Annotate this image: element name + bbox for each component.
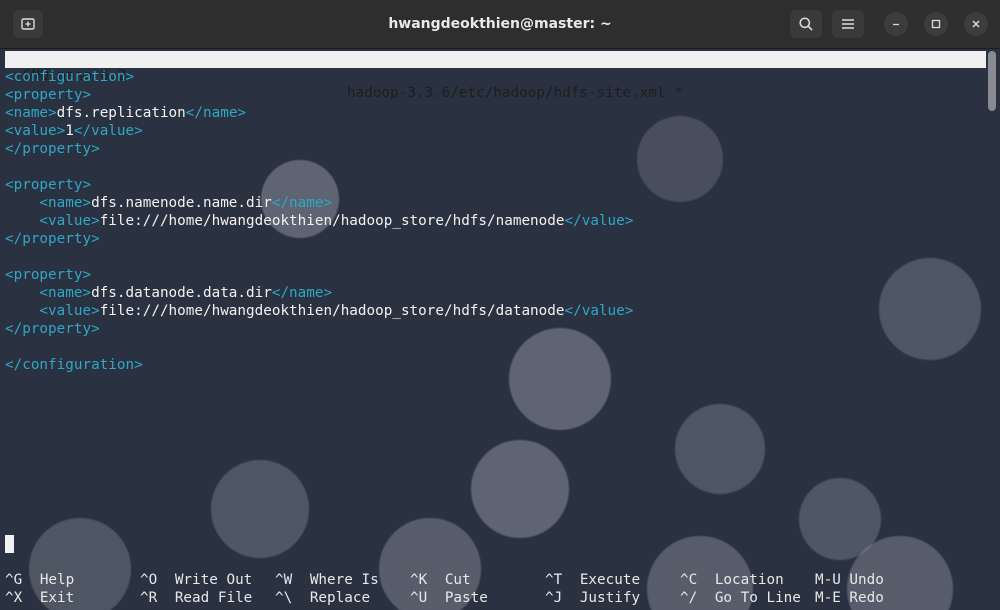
xml-tag: <property> — [5, 87, 92, 103]
editor-line[interactable]: <property> — [5, 86, 91, 104]
shortcut-label: Undo — [840, 572, 884, 588]
xml-tag: </name> — [271, 285, 333, 301]
xml-tag: <value> — [5, 303, 100, 319]
xml-tag: <name> — [5, 105, 57, 121]
shortcut-paste[interactable]: ^U Paste — [410, 589, 488, 607]
xml-tag: <name> — [5, 195, 92, 211]
xml-tag: <property> — [5, 177, 92, 193]
editor-line[interactable]: </property> — [5, 140, 100, 158]
shortcut-label: Go To Line — [706, 590, 801, 606]
shortcut-help[interactable]: ^G Help — [5, 571, 74, 589]
xml-tag: </name> — [271, 195, 333, 211]
shortcut-key: M-U — [815, 572, 841, 588]
shortcut-undo[interactable]: M-U Undo — [815, 571, 884, 589]
shortcut-key: ^X — [5, 590, 23, 606]
shortcut-justify[interactable]: ^J Justify — [545, 589, 640, 607]
minimize-icon — [893, 23, 899, 26]
xml-tag: </value> — [564, 303, 634, 319]
shortcut-key: ^U — [410, 590, 428, 606]
xml-tag: </value> — [564, 213, 634, 229]
shortcut-label: Execute — [571, 572, 641, 588]
close-button[interactable] — [964, 12, 988, 36]
shortcut-key: ^G — [5, 572, 23, 588]
xml-tag: <value> — [5, 123, 66, 139]
title-bar: hwangdeokthien@master: ~ — [0, 0, 1000, 49]
shortcut-label: Replace — [301, 590, 371, 606]
shortcut-write-out[interactable]: ^O Write Out — [140, 571, 252, 589]
xml-tag: </name> — [185, 105, 247, 121]
shortcut-key: ^R — [140, 590, 158, 606]
scrollbar[interactable] — [988, 51, 996, 111]
nano-header-bar: GNU nano 6.2 hadoop-3.3.6/etc/hadoop/hdf… — [5, 51, 986, 101]
shortcut-key: ^O — [140, 572, 158, 588]
editor-line[interactable]: <value>1</value> — [5, 122, 143, 140]
shortcut-location[interactable]: ^C Location — [680, 571, 784, 589]
xml-tag: </configuration> — [5, 357, 143, 373]
shortcut-label: Help — [31, 572, 75, 588]
xml-text: dfs.namenode.name.dir — [91, 195, 272, 211]
xml-text: file:///home/hwangdeokthien/hadoop_store… — [99, 213, 565, 229]
editor-line[interactable]: </property> — [5, 230, 100, 248]
xml-tag: <name> — [5, 285, 92, 301]
shortcut-key: ^/ — [680, 590, 698, 606]
nano-filename: hadoop-3.3.6/etc/hadoop/hdfs-site.xml * — [347, 85, 683, 101]
shortcut-label: Exit — [31, 590, 75, 606]
xml-text: dfs.replication — [56, 105, 186, 121]
editor-line[interactable]: <property> — [5, 176, 91, 194]
shortcut-key: ^K — [410, 572, 428, 588]
xml-text: dfs.datanode.data.dir — [91, 285, 272, 301]
shortcut-exit[interactable]: ^X Exit — [5, 589, 74, 607]
shortcut-label: Where Is — [301, 572, 379, 588]
xml-tag: <value> — [5, 213, 100, 229]
editor-line[interactable]: <configuration> — [5, 68, 134, 86]
editor-line[interactable]: <value>file:///home/hwangdeokthien/hadoo… — [5, 302, 633, 320]
close-icon — [972, 20, 980, 28]
text-cursor — [5, 535, 14, 553]
shortcut-key: M-E — [815, 590, 841, 606]
shortcut-label: Location — [706, 572, 784, 588]
shortcut-execute[interactable]: ^T Execute — [545, 571, 640, 589]
maximize-button[interactable] — [924, 12, 948, 36]
search-button[interactable] — [790, 10, 822, 38]
shortcut-key: ^C — [680, 572, 698, 588]
shortcut-where-is[interactable]: ^W Where Is — [275, 571, 379, 589]
editor-line[interactable]: </property> — [5, 320, 100, 338]
xml-tag: </value> — [73, 123, 143, 139]
shortcut-key: ^J — [545, 590, 563, 606]
shortcut-label: Redo — [840, 590, 884, 606]
shortcut-cut[interactable]: ^K Cut — [410, 571, 471, 589]
shortcut-go-to-line[interactable]: ^/ Go To Line — [680, 589, 801, 607]
xml-text: 1 — [65, 123, 74, 139]
editor-line[interactable]: <name>dfs.namenode.name.dir</name> — [5, 194, 332, 212]
shortcut-key: ^T — [545, 572, 563, 588]
minimize-button[interactable] — [884, 12, 908, 36]
shortcut-label: Read File — [166, 590, 253, 606]
shortcut-label: Cut — [436, 572, 471, 588]
editor-line[interactable]: </configuration> — [5, 356, 143, 374]
maximize-icon — [931, 19, 941, 29]
xml-tag: <configuration> — [5, 69, 135, 85]
shortcut-replace[interactable]: ^\ Replace — [275, 589, 370, 607]
shortcut-redo[interactable]: M-E Redo — [815, 589, 884, 607]
shortcut-key: ^\ — [275, 590, 293, 606]
search-icon — [799, 17, 813, 31]
hamburger-menu-icon — [842, 19, 854, 29]
shortcut-label: Write Out — [166, 572, 253, 588]
editor-line[interactable]: <name>dfs.replication</name> — [5, 104, 246, 122]
menu-button[interactable] — [832, 10, 864, 38]
xml-tag: </property> — [5, 141, 100, 157]
xml-tag: </property> — [5, 321, 100, 337]
xml-tag: </property> — [5, 231, 100, 247]
editor-line[interactable]: <property> — [5, 266, 91, 284]
editor-line[interactable]: <value>file:///home/hwangdeokthien/hadoo… — [5, 212, 633, 230]
shortcut-label: Paste — [436, 590, 488, 606]
shortcut-label: Justify — [571, 590, 641, 606]
xml-tag: <property> — [5, 267, 92, 283]
editor-line[interactable]: <name>dfs.datanode.data.dir</name> — [5, 284, 332, 302]
xml-text: file:///home/hwangdeokthien/hadoop_store… — [99, 303, 565, 319]
shortcut-key: ^W — [275, 572, 293, 588]
shortcut-read-file[interactable]: ^R Read File — [140, 589, 252, 607]
terminal-area[interactable]: GNU nano 6.2 hadoop-3.3.6/etc/hadoop/hdf… — [0, 49, 1000, 610]
